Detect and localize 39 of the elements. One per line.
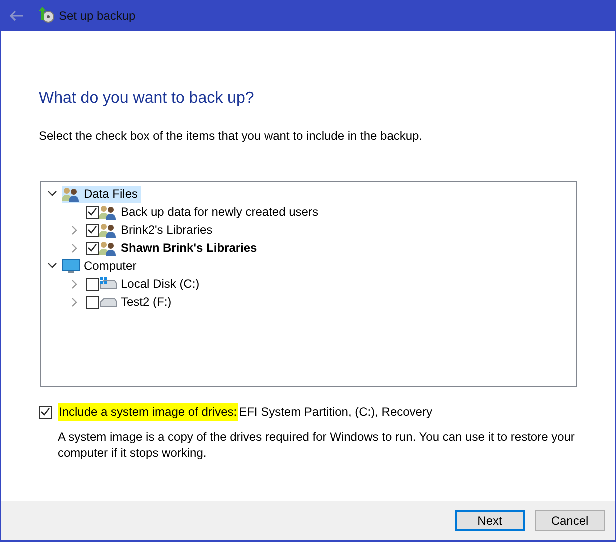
checkbox[interactable] — [39, 406, 52, 418]
checkmark-icon — [41, 408, 50, 416]
chevron-right-icon[interactable] — [72, 298, 78, 306]
users-icon — [99, 240, 117, 256]
page-heading: What do you want to back up? — [39, 89, 256, 109]
checkbox[interactable] — [86, 224, 99, 236]
tree-item[interactable]: Shawn Brink's Libraries — [99, 240, 260, 256]
chevron-right-icon[interactable] — [72, 226, 78, 234]
chevron-down-icon[interactable] — [48, 263, 56, 269]
checkbox[interactable] — [86, 206, 99, 218]
checkbox[interactable] — [86, 296, 99, 308]
drives-text: EFI System Partition, (C:), Recovery — [239, 404, 432, 421]
users-icon — [62, 186, 80, 202]
tree-item[interactable]: Local Disk (C:) — [99, 276, 203, 292]
monitor-icon — [62, 258, 80, 274]
chevron-right-icon[interactable] — [72, 280, 78, 288]
checkbox[interactable] — [86, 242, 99, 254]
instruction-text: Select the check box of the items that you want to include in the backup. — [39, 128, 424, 145]
users-icon — [99, 204, 117, 220]
users-icon — [99, 222, 117, 238]
checkmark-icon — [88, 244, 97, 252]
tree-item[interactable]: Back up data for newly created users — [99, 204, 322, 220]
window-title: Set up backup — [59, 8, 136, 24]
back-arrow-icon[interactable] — [9, 10, 24, 22]
tree-item[interactable]: Test2 (F:) — [99, 294, 175, 310]
tree-item[interactable]: Data Files — [62, 186, 142, 202]
checkmark-icon — [88, 226, 97, 234]
windows-drive-icon — [99, 277, 117, 291]
tree-item[interactable]: Computer — [62, 258, 140, 274]
chevron-right-icon[interactable] — [72, 244, 78, 252]
disc-arrow-icon — [38, 7, 55, 24]
dialog-button[interactable]: Next — [455, 510, 525, 531]
checkmark-icon — [88, 208, 97, 216]
tree-item[interactable]: Brink2's Libraries — [99, 222, 216, 238]
checkbox[interactable] — [86, 278, 99, 290]
chevron-down-icon[interactable] — [48, 191, 56, 197]
description-text: A system image is a copy of the drives required for Windows to run. You can use it to restore your computer if it stops working. — [58, 429, 576, 461]
dialog-button[interactable]: Cancel — [535, 510, 605, 531]
checkbox-label: Include a system image of drives: — [58, 403, 238, 421]
